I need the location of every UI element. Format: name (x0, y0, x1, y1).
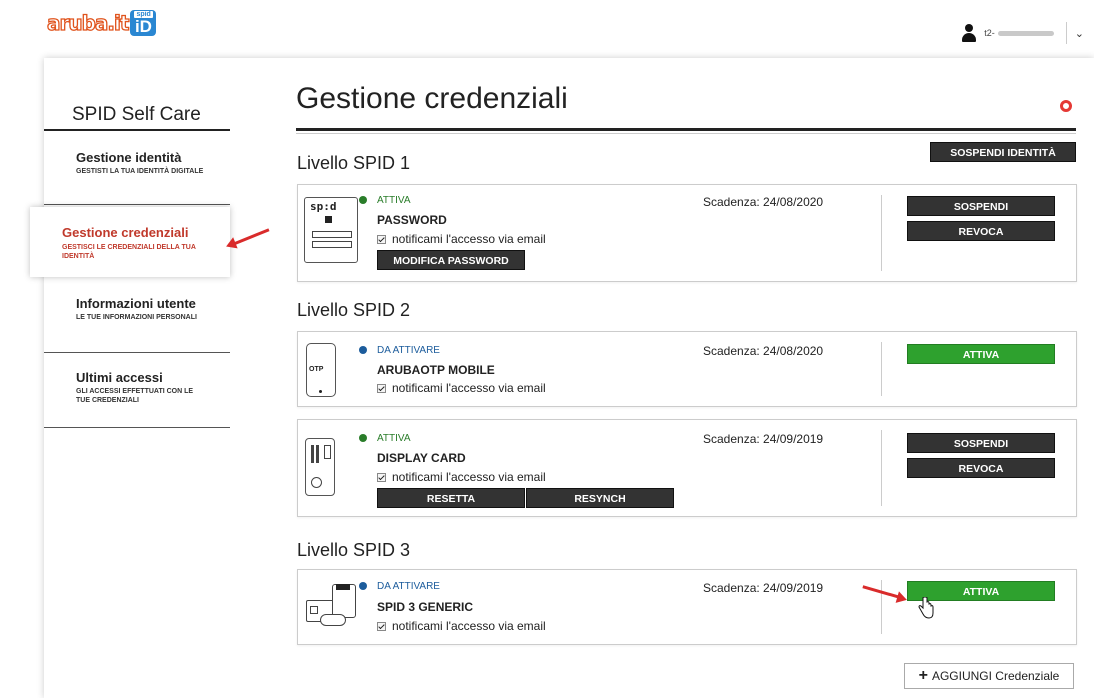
sidebar-divider (44, 129, 230, 131)
status-label: DA ATTIVARE (377, 581, 440, 592)
aruba-spid-logo[interactable]: aruba.it spid iD (46, 10, 157, 36)
spid-id-badge: spid iD (130, 10, 157, 36)
display-card-icon (305, 438, 335, 496)
status-dot (359, 196, 367, 204)
top-bar: aruba.it spid iD t2- ⌄ (0, 0, 1094, 44)
notify-checkbox[interactable]: notificami l'accesso via email (377, 619, 546, 633)
expiry-date: Scadenza: 24/08/2020 (703, 195, 824, 209)
revoca-button[interactable]: REVOCA (907, 458, 1055, 478)
resynch-button[interactable]: RESYNCH (526, 488, 674, 508)
username: t2- (984, 28, 1054, 38)
add-credential-button[interactable]: + AGGIUNGI Credenziale (904, 663, 1074, 689)
credential-card-display-card: ATTIVA DISPLAY CARD notificami l'accesso… (297, 419, 1077, 517)
sidebar-title: SPID Self Care (72, 104, 201, 125)
notify-checkbox[interactable]: notificami l'accesso via email (377, 232, 546, 246)
credential-name: DISPLAY CARD (377, 451, 466, 465)
user-icon (962, 24, 977, 42)
credential-card-arubaotp-mobile: OTP DA ATTIVARE ARUBAOTP MOBILE notifica… (297, 331, 1077, 407)
hand-pointer-cursor-icon (918, 597, 934, 619)
checkbox-icon[interactable] (377, 384, 386, 393)
level-heading-2: Livello SPID 2 (297, 300, 411, 320)
checkbox-icon[interactable] (377, 622, 386, 631)
lifebuoy-help-icon[interactable] (1060, 100, 1072, 112)
sidebar-item-ultimi-accessi[interactable]: Ultimi accessi GLI ACCESSI EFFETTUATI CO… (44, 353, 230, 428)
sidebar-item-informazioni-utente[interactable]: Informazioni utente LE TUE INFORMAZIONI … (44, 283, 230, 353)
modifica-password-button[interactable]: MODIFICA PASSWORD (377, 250, 525, 270)
notify-checkbox[interactable]: notificami l'accesso via email (377, 470, 546, 484)
chevron-down-icon[interactable]: ⌄ (1075, 27, 1084, 40)
sospendi-button[interactable]: SOSPENDI (907, 433, 1055, 453)
level-heading-3: Livello SPID 3 (297, 540, 411, 560)
status-label: ATTIVA (377, 195, 411, 206)
plus-icon: + (918, 667, 928, 684)
status-dot (359, 346, 367, 354)
credential-card-spid3-generic: DA ATTIVARE SPID 3 GENERIC notificami l'… (297, 569, 1077, 645)
page-title: Gestione credenziali (296, 82, 568, 115)
mobile-otp-icon: OTP (306, 343, 336, 397)
credential-name: SPID 3 GENERIC (377, 600, 474, 614)
status-dot (359, 582, 367, 590)
resetta-button[interactable]: RESETTA (377, 488, 525, 508)
credential-name: ARUBAOTP MOBILE (377, 363, 495, 377)
credential-card-password: sp:d ATTIVA PASSWORD notificami l'access… (297, 184, 1077, 282)
checkbox-icon[interactable] (377, 473, 386, 482)
sidebar-item-gestione-credenziali[interactable]: Gestione credenziali GESTISCI LE CREDENZ… (30, 207, 230, 277)
notify-checkbox[interactable]: notificami l'accesso via email (377, 381, 546, 395)
title-divider (296, 128, 1076, 131)
revoca-button[interactable]: REVOCA (907, 221, 1055, 241)
logo-text: aruba.it (46, 10, 130, 35)
checkbox-icon[interactable] (377, 235, 386, 244)
user-menu[interactable]: t2- ⌄ (962, 20, 1084, 46)
attiva-button[interactable]: ATTIVA (907, 344, 1055, 364)
expiry-date: Scadenza: 24/08/2020 (703, 344, 824, 358)
spid-password-icon: sp:d (304, 197, 358, 263)
sospendi-identita-button[interactable]: SOSPENDI IDENTITÀ (930, 142, 1076, 162)
status-label: ATTIVA (377, 433, 411, 444)
level-heading-1: Livello SPID 1 (297, 153, 411, 173)
sidebar-item-gestione-identita[interactable]: Gestione identità GESTISTI LA TUA IDENTI… (44, 140, 230, 205)
expiry-date: Scadenza: 24/09/2019 (703, 432, 824, 446)
smartcard-reader-icon (304, 580, 356, 632)
sospendi-button[interactable]: SOSPENDI (907, 196, 1055, 216)
status-dot (359, 434, 367, 442)
credential-name: PASSWORD (377, 213, 447, 227)
status-label: DA ATTIVARE (377, 345, 440, 356)
expiry-date: Scadenza: 24/09/2019 (703, 581, 824, 595)
